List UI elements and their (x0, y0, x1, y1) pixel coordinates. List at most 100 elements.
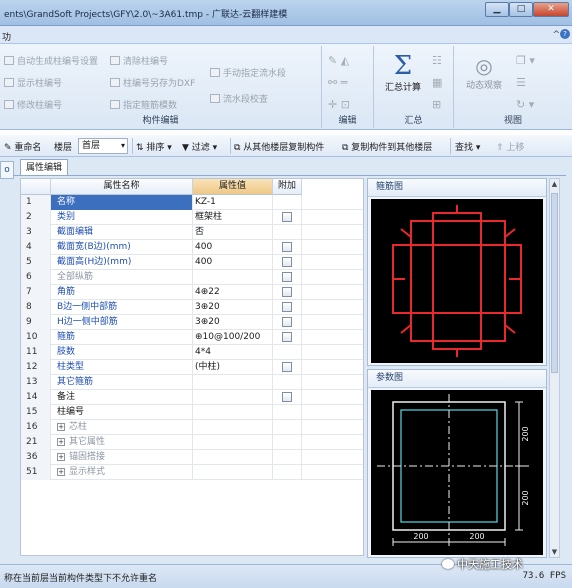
stirrup-modulus-button[interactable]: 指定箍筋模数 (110, 98, 177, 111)
row-number: 9 (21, 315, 51, 330)
help-icon[interactable]: ? (560, 29, 570, 39)
property-row[interactable]: 7 角筋 4⊕22 (21, 285, 363, 300)
expand-icon[interactable]: + (57, 468, 65, 476)
summary-calc-button[interactable]: Σ 汇总计算 (378, 52, 428, 93)
scroll-thumb[interactable] (551, 193, 558, 373)
property-row[interactable]: 1 名称 KZ-1 (21, 195, 363, 210)
clear-number-icon (110, 56, 120, 65)
view-rotate-icon[interactable]: ↻ ▾ (516, 98, 534, 111)
extra-checkbox[interactable] (282, 272, 292, 282)
stirrup-pane-title: 箍筋图 (368, 179, 546, 197)
sort-button[interactable]: ⇅ 排序 ▾ (136, 140, 172, 153)
property-value[interactable]: 4⊕22 (193, 285, 273, 300)
property-value[interactable] (193, 450, 273, 465)
ribbon-group-summary: Σ 汇总计算 ☷ ▦ ⊞ 汇总 (374, 46, 454, 128)
maximize-button[interactable]: □ (509, 2, 533, 17)
property-value[interactable] (193, 420, 273, 435)
menu-bar: 功 ^ ? (0, 26, 572, 44)
extra-checkbox[interactable] (282, 287, 292, 297)
property-value[interactable]: 400 (193, 255, 273, 270)
summary-grid-icon[interactable]: ⊞ (432, 98, 441, 111)
flow-section-check-button[interactable]: 流水段校查 (210, 92, 268, 105)
property-row[interactable]: 21 + 其它属性 (21, 435, 363, 450)
property-value[interactable] (193, 465, 273, 480)
clear-column-number-button[interactable]: 清除柱编号 (110, 54, 168, 67)
extra-checkbox[interactable] (282, 257, 292, 267)
panel-scrollbar[interactable]: ▲ ▼ (549, 178, 560, 558)
view-list-icon[interactable]: ☰ (516, 76, 526, 89)
property-value[interactable] (193, 435, 273, 450)
extra-cell (273, 465, 302, 480)
expand-icon[interactable]: + (57, 453, 65, 461)
floor-select[interactable]: 首层 ▾ (78, 138, 128, 154)
align-icon[interactable]: ⚯ ═ (328, 76, 347, 89)
view-box-icon[interactable]: ❐ ▾ (516, 54, 535, 67)
property-row[interactable]: 6 全部纵筋 (21, 270, 363, 285)
extra-checkbox[interactable] (282, 332, 292, 342)
extra-cell (273, 390, 302, 405)
property-row[interactable]: 13 其它箍筋 (21, 375, 363, 390)
property-row[interactable]: 10 箍筋 ⊕10@100/200 (21, 330, 363, 345)
extra-checkbox[interactable] (282, 362, 292, 372)
menu-function[interactable]: 功 (2, 30, 11, 43)
property-row[interactable]: 15 柱编号 (21, 405, 363, 420)
property-row[interactable]: 2 类别 框架柱 (21, 210, 363, 225)
extra-checkbox[interactable] (282, 302, 292, 312)
extra-checkbox[interactable] (282, 212, 292, 222)
dynamic-view-button[interactable]: ◎ 动态观察 (456, 54, 512, 91)
scroll-down-icon[interactable]: ▼ (550, 548, 559, 556)
auto-generate-column-number-button[interactable]: 自动生成柱编号设置 (4, 54, 98, 67)
property-row[interactable]: 4 截面宽(B边)(mm) 400 (21, 240, 363, 255)
extra-checkbox[interactable] (282, 392, 292, 402)
property-value[interactable] (193, 390, 273, 405)
property-value[interactable]: KZ-1 (193, 195, 273, 210)
property-value[interactable]: 框架柱 (193, 210, 273, 225)
property-value[interactable]: 400 (193, 240, 273, 255)
property-row[interactable]: 8 B边一侧中部筋 3⊕20 (21, 300, 363, 315)
minimize-button[interactable]: ▁ (485, 2, 509, 17)
edit-column-number-button[interactable]: 修改柱编号 (4, 98, 62, 111)
property-value[interactable]: 否 (193, 225, 273, 240)
copy-to-floor-button[interactable]: ⧉ 复制构件到其他楼层 (342, 140, 432, 153)
rename-button[interactable]: ✎ 重命名 (4, 140, 41, 153)
pen-icon[interactable]: ✎ ◭ (328, 54, 349, 67)
property-value[interactable]: 3⊕20 (193, 300, 273, 315)
move-icon[interactable]: ✛ ⊡ (328, 98, 350, 111)
filter-button[interactable]: ▼ 过滤 ▾ (182, 140, 217, 153)
move-up-button[interactable]: ⇑ 上移 (496, 140, 524, 153)
tab-property-edit[interactable]: 属性编辑 (20, 159, 68, 176)
find-button[interactable]: 查找 ▾ (455, 140, 480, 153)
summary-table-icon[interactable]: ▦ (432, 76, 442, 89)
property-row[interactable]: 14 备注 (21, 390, 363, 405)
ribbon-collapse-icon[interactable]: ^ (552, 30, 560, 40)
property-row[interactable]: 12 柱类型 (中柱) (21, 360, 363, 375)
save-as-dxf-button[interactable]: 柱编号另存为DXF (110, 76, 195, 89)
expand-icon[interactable]: + (57, 438, 65, 446)
show-column-number-button[interactable]: 显示柱编号 (4, 76, 62, 89)
property-row[interactable]: 3 截面编辑否 (21, 225, 363, 240)
side-tab[interactable]: o (0, 161, 14, 179)
property-row[interactable]: 11 肢数 4*4 (21, 345, 363, 360)
property-value[interactable]: ⊕10@100/200 (193, 330, 273, 345)
property-row[interactable]: 5 截面高(H边)(mm) 400 (21, 255, 363, 270)
property-value[interactable]: (中柱) (193, 360, 273, 375)
property-value[interactable] (193, 405, 273, 420)
property-value[interactable]: 4*4 (193, 345, 273, 360)
property-row[interactable]: 9 H边一侧中部筋 3⊕20 (21, 315, 363, 330)
row-number: 2 (21, 210, 51, 225)
close-button[interactable]: ✕ (533, 2, 569, 17)
property-value[interactable]: 3⊕20 (193, 315, 273, 330)
manual-flow-section-button[interactable]: 手动指定流水段 (210, 66, 286, 79)
property-row[interactable]: 36 + 锚固搭接 (21, 450, 363, 465)
property-value[interactable] (193, 375, 273, 390)
property-row[interactable]: 16 + 芯柱 (21, 420, 363, 435)
extra-checkbox[interactable] (282, 317, 292, 327)
diagram-background (371, 199, 543, 363)
summary-option-icon[interactable]: ☷ (432, 54, 442, 67)
scroll-up-icon[interactable]: ▲ (550, 180, 559, 188)
copy-from-floor-button[interactable]: ⧉ 从其他楼层复制构件 (234, 140, 324, 153)
extra-checkbox[interactable] (282, 242, 292, 252)
expand-icon[interactable]: + (57, 423, 65, 431)
property-row[interactable]: 51 + 显示样式 (21, 465, 363, 480)
property-value[interactable] (193, 270, 273, 285)
